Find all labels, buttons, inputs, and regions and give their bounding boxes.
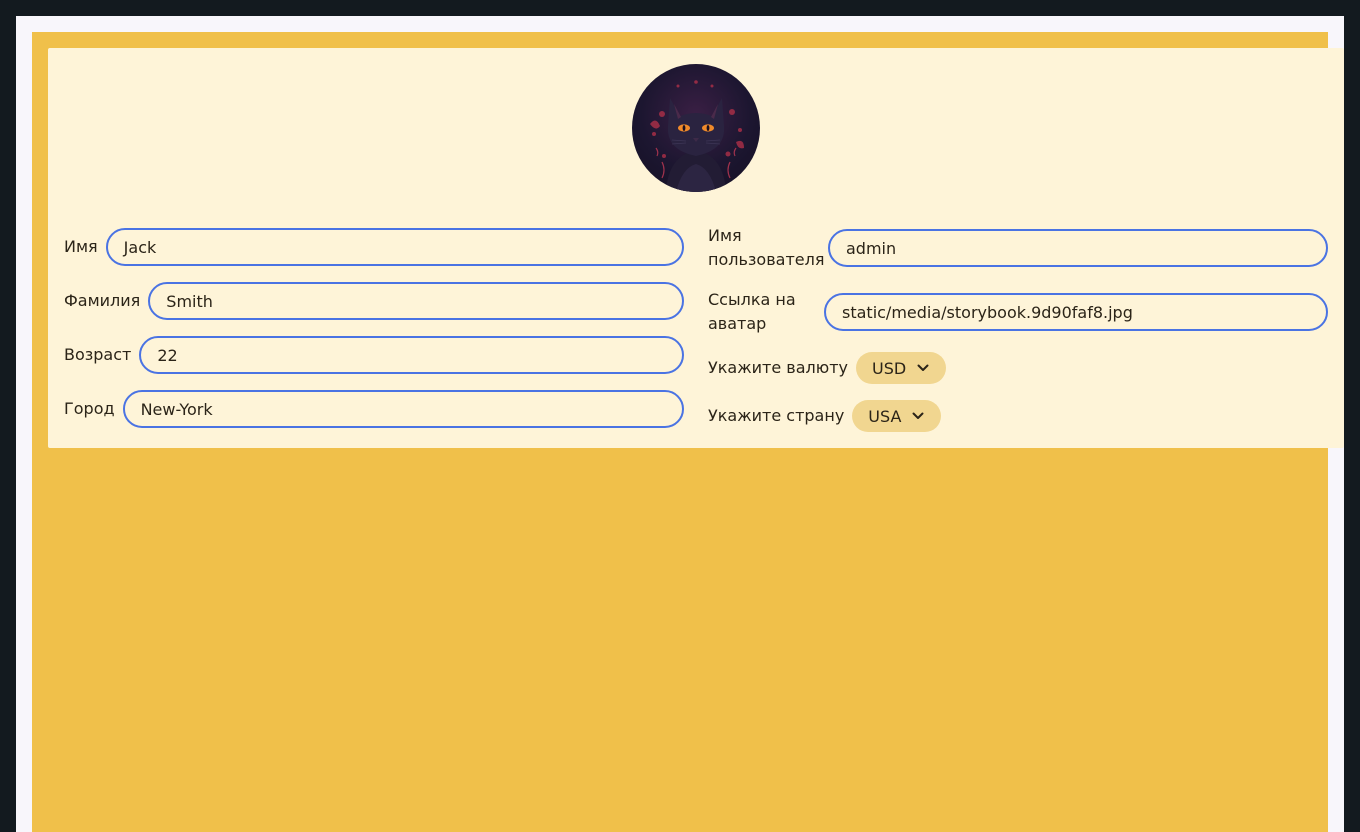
currency-label: Укажите валюту — [708, 358, 848, 377]
country-value: USA — [868, 406, 902, 426]
age-row: Возраст 22 — [64, 336, 684, 374]
city-input[interactable]: New-York — [122, 390, 684, 428]
city-label: Город — [64, 399, 115, 418]
country-label: Укажите страну — [708, 406, 845, 425]
username-row: Имя пользователя admin — [708, 224, 1328, 272]
username-input[interactable]: admin — [828, 229, 1328, 267]
username-label: Имя пользователя — [708, 226, 825, 269]
app-viewport: Имя Jack Фамилия Smith Возраст 22 Город … — [16, 16, 1344, 832]
currency-select[interactable]: USD — [856, 352, 947, 384]
country-select[interactable]: USA — [852, 400, 942, 432]
currency-row: Укажите валюту USD — [708, 352, 947, 384]
last-name-label: Фамилия — [64, 291, 141, 310]
country-row: Укажите страну USA — [708, 400, 942, 432]
profile-avatar — [632, 64, 760, 192]
first-name-row: Имя Jack — [64, 228, 684, 266]
first-name-label: Имя — [64, 237, 98, 256]
avatar-url-input[interactable]: static/media/storybook.9d90faf8.jpg — [824, 293, 1328, 331]
age-input[interactable]: 22 — [139, 336, 684, 374]
avatar-url-row: Ссылка на аватар static/media/storybook.… — [708, 288, 1328, 336]
age-label: Возраст — [64, 345, 132, 364]
currency-value: USD — [872, 358, 907, 378]
last-name-row: Фамилия Smith — [64, 282, 684, 320]
city-row: Город New-York — [64, 390, 684, 428]
first-name-input[interactable]: Jack — [105, 228, 684, 266]
profile-card: Имя Jack Фамилия Smith Возраст 22 Город … — [48, 48, 1344, 448]
last-name-input[interactable]: Smith — [148, 282, 684, 320]
avatar-url-label: Ссылка на аватар — [708, 290, 796, 333]
chevron-down-icon — [912, 412, 924, 419]
cat-avatar-icon — [650, 80, 744, 192]
page-background: Имя Jack Фамилия Smith Возраст 22 Город … — [32, 32, 1344, 832]
chevron-down-icon — [917, 364, 929, 371]
